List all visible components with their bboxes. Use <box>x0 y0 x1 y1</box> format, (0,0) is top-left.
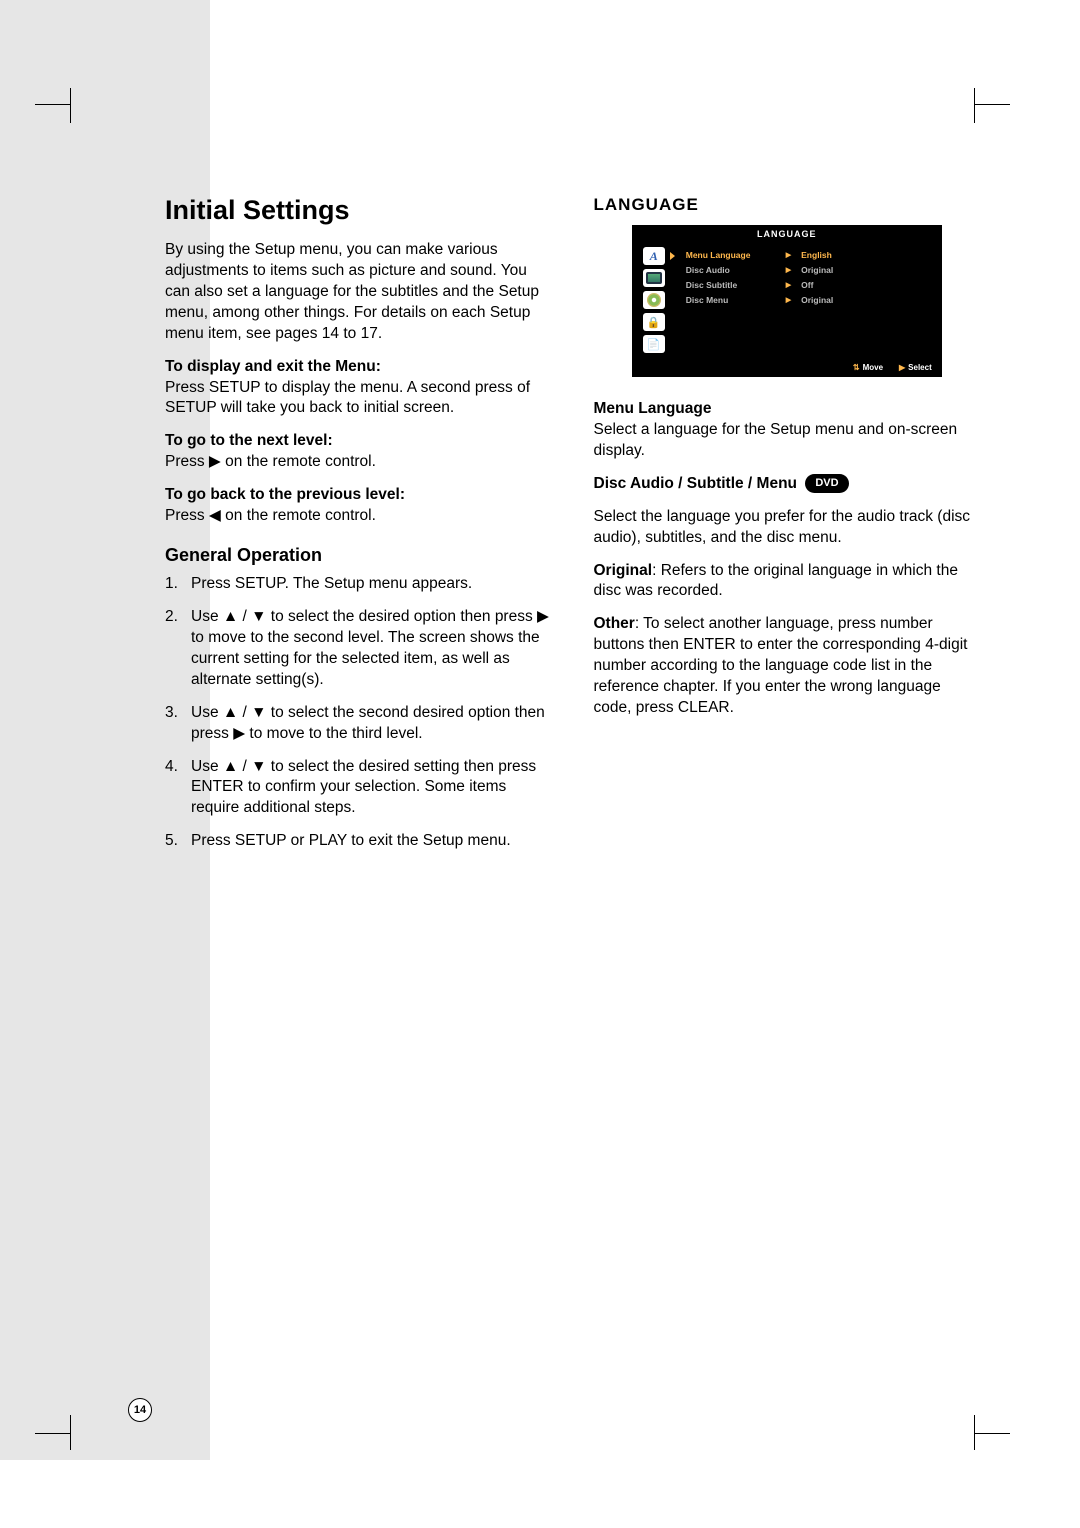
step-3: 3. Use ▲ / ▼ to select the second desire… <box>165 703 552 745</box>
manual-page: Initial Settings By using the Setup menu… <box>0 0 1080 1528</box>
other-rest: : To select another language, press numb… <box>594 615 968 716</box>
steps-list: 1. Press SETUP. The Setup menu appears. … <box>165 574 552 852</box>
prev-level: To go back to the previous level: Press … <box>165 485 552 527</box>
osd-title: LANGUAGE <box>632 225 942 243</box>
crop-mark <box>975 1433 1010 1468</box>
step-5: 5. Press SETUP or PLAY to exit the Setup… <box>165 831 552 852</box>
crop-mark <box>975 70 1010 105</box>
dasm-body: Select the language you prefer for the a… <box>594 507 981 549</box>
display-exit-body: Press SETUP to display the menu. A secon… <box>165 379 530 417</box>
osd-language-menu: LANGUAGE A 🔒 📄 Menu Language <box>632 225 942 377</box>
right-arrow-icon: ▶ <box>899 363 905 372</box>
triangle-right-icon: ▶ <box>786 251 791 259</box>
page-number: 14 <box>128 1398 152 1422</box>
triangle-right-icon: ▶ <box>786 281 791 289</box>
next-level-body: Press ▶ on the remote control. <box>165 453 376 470</box>
osd-category-icons: A 🔒 📄 <box>632 243 670 359</box>
general-operation-heading: General Operation <box>165 545 552 566</box>
dasm-head: Disc Audio / Subtitle / Menu <box>594 475 798 492</box>
osd-rows: Menu Language ▶ English Disc Audio ▶ Ori… <box>670 243 942 359</box>
right-column: LANGUAGE LANGUAGE A 🔒 📄 M <box>594 195 981 864</box>
prev-level-head: To go back to the previous level: <box>165 486 405 503</box>
lock-icon: 🔒 <box>643 313 665 331</box>
dvd-badge: DVD <box>805 474 848 493</box>
original-paragraph: Original: Refers to the original languag… <box>594 561 981 603</box>
next-level-head: To go to the next level: <box>165 432 333 449</box>
display-exit-head: To display and exit the Menu: <box>165 358 381 375</box>
osd-row-menu-language: Menu Language ▶ English <box>686 247 934 262</box>
others-icon: 📄 <box>643 335 665 353</box>
step-1: 1. Press SETUP. The Setup menu appears. <box>165 574 552 595</box>
step-4: 4. Use ▲ / ▼ to select the desired setti… <box>165 757 552 820</box>
osd-row-disc-subtitle: Disc Subtitle ▶ Off <box>686 277 934 292</box>
menu-language-body: Select a language for the Setup menu and… <box>594 421 958 459</box>
crop-mark <box>35 70 70 105</box>
page-title: Initial Settings <box>165 195 552 226</box>
audio-icon <box>643 291 665 309</box>
disc-audio-subtitle-menu-head-line: Disc Audio / Subtitle / Menu DVD <box>594 474 981 495</box>
osd-row-disc-audio: Disc Audio ▶ Original <box>686 262 934 277</box>
updown-arrows-icon: ⇅ <box>853 363 860 372</box>
triangle-right-le-icon: ▶ <box>786 296 791 304</box>
display-exit-menu: To display and exit the Menu: Press SETU… <box>165 357 552 420</box>
display-icon <box>643 269 665 287</box>
menu-language-block: Menu Language Select a language for the … <box>594 399 981 462</box>
triangle-right-icon: ▶ <box>786 266 791 274</box>
language-icon: A <box>643 247 665 265</box>
intro-paragraph: By using the Setup menu, you can make va… <box>165 240 552 345</box>
menu-language-head: Menu Language <box>594 400 712 417</box>
osd-row-disc-menu: Disc Menu ▶ Original <box>686 292 934 307</box>
original-label: Original <box>594 562 653 579</box>
other-paragraph: Other: To select another language, press… <box>594 614 981 719</box>
step-2: 2. Use ▲ / ▼ to select the desired optio… <box>165 607 552 691</box>
osd-footer: ⇅Move ▶Select <box>632 359 942 377</box>
language-section-title: LANGUAGE <box>594 195 981 215</box>
other-label: Other <box>594 615 635 632</box>
next-level: To go to the next level: Press ▶ on the … <box>165 431 552 473</box>
crop-mark <box>35 1433 70 1468</box>
left-column: Initial Settings By using the Setup menu… <box>165 195 552 864</box>
prev-level-body: Press ◀ on the remote control. <box>165 507 376 524</box>
